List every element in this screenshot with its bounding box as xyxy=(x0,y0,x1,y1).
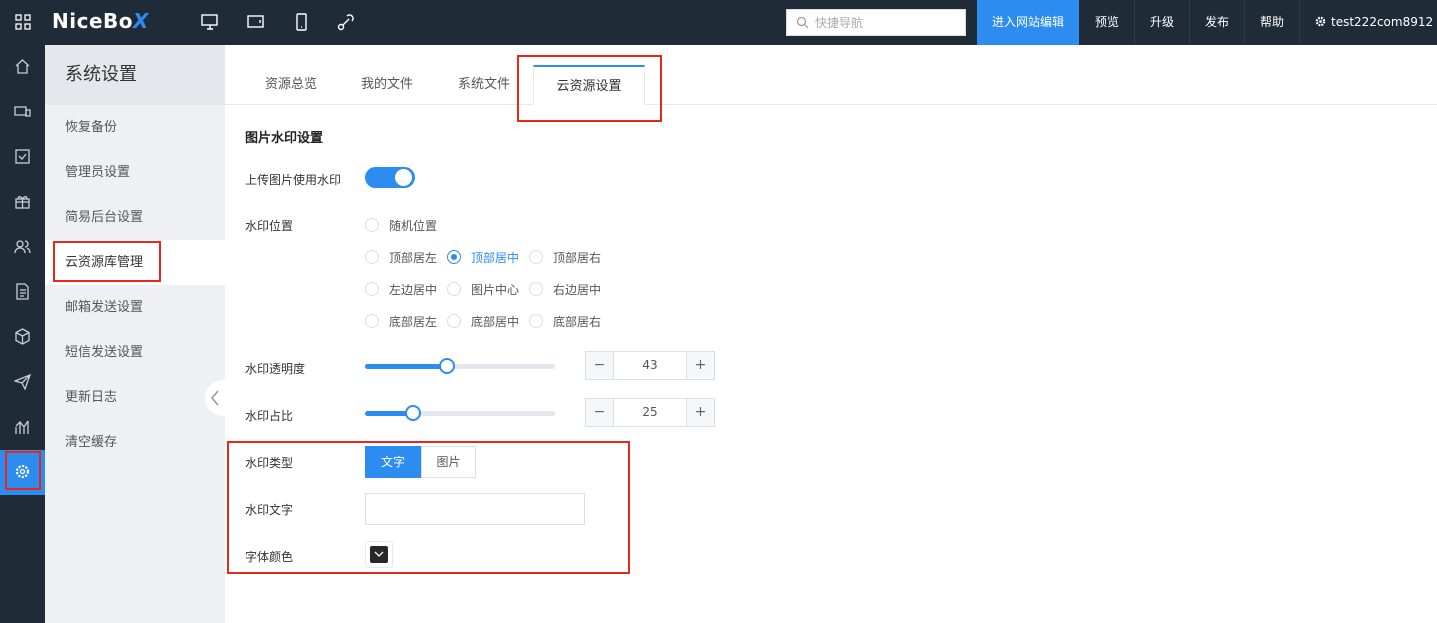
decrease-button[interactable]: − xyxy=(586,399,614,426)
search-icon xyxy=(796,16,809,29)
checklist-icon xyxy=(15,149,30,164)
radio-label: 左边居中 xyxy=(389,283,438,297)
radio-label: 底部居中 xyxy=(471,315,520,329)
position-label: 水印位置 xyxy=(245,219,294,233)
link-icon[interactable] xyxy=(336,12,356,32)
preview-button[interactable]: 预览 xyxy=(1080,0,1134,45)
devices-nav[interactable] xyxy=(0,90,45,135)
radio-label: 底部居右 xyxy=(553,315,602,329)
radio-circle xyxy=(529,282,543,296)
apps-grid-icon[interactable] xyxy=(15,14,31,30)
highlight-box-watermark-type xyxy=(227,441,630,574)
statistics-nav[interactable] xyxy=(0,405,45,450)
ratio-stepper: − 25 + xyxy=(585,398,715,427)
user-menu[interactable]: test222com8912 xyxy=(1315,0,1433,45)
slider-handle[interactable] xyxy=(404,405,421,421)
radio-circle xyxy=(529,314,543,328)
radio-label: 图片中心 xyxy=(471,283,520,297)
slider-fill xyxy=(365,364,447,369)
opacity-slider[interactable] xyxy=(365,358,555,374)
logo-accent: X xyxy=(133,9,149,33)
settings-sidebar: 系统设置 恢复备份 管理员设置 简易后台设置 云资源库管理 邮箱发送设置 短信发… xyxy=(45,45,225,623)
decrease-button[interactable]: − xyxy=(586,352,614,379)
increase-button[interactable]: + xyxy=(686,352,714,379)
radio-circle xyxy=(447,250,461,264)
chart-icon xyxy=(15,420,29,434)
tablet-icon[interactable] xyxy=(246,12,266,32)
increase-button[interactable]: + xyxy=(686,399,714,426)
document-nav[interactable] xyxy=(0,270,45,315)
publish-button[interactable]: 发布 xyxy=(1190,0,1244,45)
enter-site-editor-button[interactable]: 进入网站编辑 xyxy=(977,0,1079,45)
tab-resource-overview[interactable]: 资源总览 xyxy=(265,65,317,105)
desktop-icon[interactable] xyxy=(200,12,220,32)
radio-label: 底部居左 xyxy=(389,315,438,329)
radio-circle xyxy=(447,282,461,296)
icon-nav-bar xyxy=(0,45,45,623)
radio-circle xyxy=(529,250,543,264)
top-bar: NiceBoX 进入网站编辑 预览 升级 发布 帮助 test222com891… xyxy=(0,0,1437,45)
home-nav[interactable] xyxy=(0,45,45,90)
radio-label: 顶部居左 xyxy=(389,251,438,265)
sidebar-item-changelog[interactable]: 更新日志 xyxy=(45,375,225,420)
highlight-box-cloud-settings-tab xyxy=(517,55,662,122)
opacity-stepper: − 43 + xyxy=(585,351,715,380)
orders-nav[interactable] xyxy=(0,135,45,180)
help-button[interactable]: 帮助 xyxy=(1245,0,1299,45)
upgrade-button[interactable]: 升级 xyxy=(1135,0,1189,45)
radio-label: 顶部居中 xyxy=(471,251,520,265)
box-icon xyxy=(15,328,30,345)
highlight-box-settings xyxy=(5,451,41,490)
radio-circle xyxy=(447,314,461,328)
radio-circle xyxy=(365,282,379,296)
devices-icon xyxy=(14,106,31,117)
gift-icon xyxy=(15,196,30,209)
sidebar-item-admin-settings[interactable]: 管理员设置 xyxy=(45,150,225,195)
gear-icon xyxy=(1315,1,1326,27)
quick-nav-search[interactable] xyxy=(786,9,966,36)
gift-nav[interactable] xyxy=(0,180,45,225)
sidebar-item-simple-backend[interactable]: 简易后台设置 xyxy=(45,195,225,240)
logo-text: NiceBo xyxy=(52,9,133,33)
sidebar-title: 系统设置 xyxy=(45,45,225,105)
upload-watermark-toggle[interactable] xyxy=(365,167,415,188)
section-title: 图片水印设置 xyxy=(245,131,324,146)
users-nav[interactable] xyxy=(0,225,45,270)
sidebar-item-email-settings[interactable]: 邮箱发送设置 xyxy=(45,285,225,330)
sidebar-item-clear-cache[interactable]: 清空缓存 xyxy=(45,420,225,465)
sidebar-item-sms-settings[interactable]: 短信发送设置 xyxy=(45,330,225,375)
radio-circle xyxy=(365,314,379,328)
slider-handle[interactable] xyxy=(438,358,455,374)
home-icon xyxy=(15,59,30,74)
radio-circle xyxy=(365,218,379,232)
tab-my-files[interactable]: 我的文件 xyxy=(361,65,413,105)
radio-label: 随机位置 xyxy=(389,219,438,233)
nav-divider xyxy=(1299,0,1300,45)
product-nav[interactable] xyxy=(0,315,45,360)
opacity-label: 水印透明度 xyxy=(245,362,306,376)
search-input[interactable] xyxy=(815,14,955,31)
chevron-left-icon xyxy=(211,390,219,406)
paper-plane-icon xyxy=(14,373,31,390)
document-icon xyxy=(16,283,29,300)
highlight-box-cloud-library xyxy=(53,241,161,282)
send-nav[interactable] xyxy=(0,360,45,405)
users-icon xyxy=(14,240,31,254)
radio-circle xyxy=(365,250,379,264)
radio-label: 右边居中 xyxy=(553,283,602,297)
tab-bar: 资源总览 我的文件 系统文件 云资源设置 xyxy=(225,45,1437,105)
ratio-slider[interactable] xyxy=(365,405,555,421)
upload-watermark-label: 上传图片使用水印 xyxy=(245,173,342,187)
logo: NiceBoX xyxy=(52,9,149,33)
tab-system-files[interactable]: 系统文件 xyxy=(458,65,510,105)
stepper-value[interactable]: 43 xyxy=(614,352,686,379)
stepper-value[interactable]: 25 xyxy=(614,399,686,426)
toggle-knob xyxy=(395,169,412,186)
ratio-label: 水印占比 xyxy=(245,409,294,423)
sidebar-item-restore-backup[interactable]: 恢复备份 xyxy=(45,105,225,150)
mobile-icon[interactable] xyxy=(292,12,312,32)
user-name: test222com8912 xyxy=(1331,15,1434,29)
radio-label: 顶部居右 xyxy=(553,251,602,265)
